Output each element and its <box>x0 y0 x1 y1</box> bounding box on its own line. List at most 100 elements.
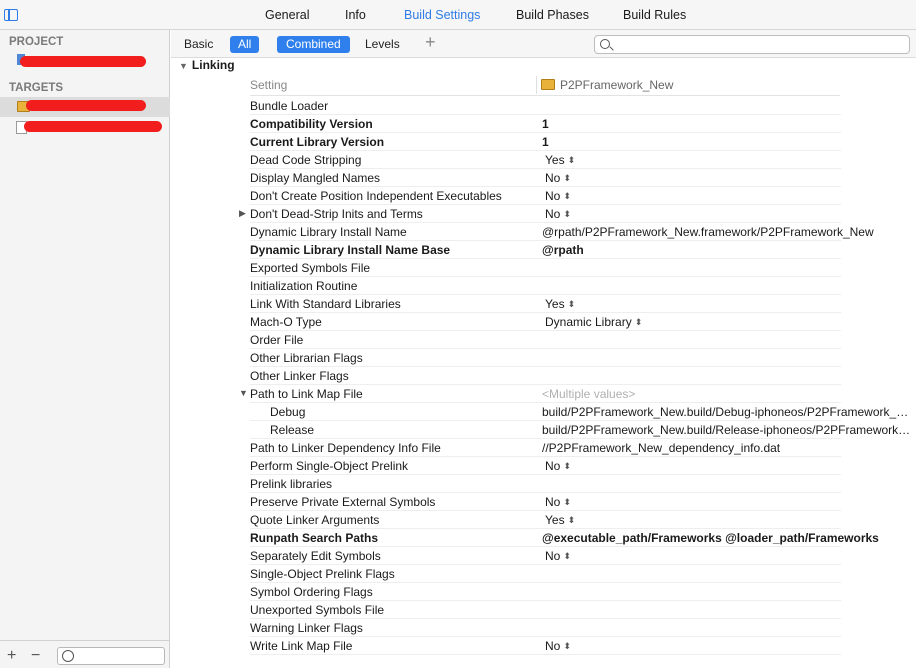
setting-row[interactable]: Write Link Map File No ⬍ <box>171 637 916 655</box>
setting-row[interactable]: Single-Object Prelink Flags <box>171 565 916 583</box>
setting-value-text: 1 <box>542 135 549 149</box>
targets-section-header: TARGETS <box>9 82 64 94</box>
levels-view-button[interactable]: Levels <box>365 37 400 51</box>
sidebar-bottom-bar: + − <box>0 640 170 668</box>
settings-search-input[interactable] <box>594 35 910 54</box>
setting-name: Release <box>270 423 315 437</box>
search-icon <box>600 39 610 49</box>
setting-row[interactable]: Preserve Private External Symbols No ⬍ <box>171 493 916 511</box>
basic-filter-button[interactable]: Basic <box>184 37 213 51</box>
tab-build-rules[interactable]: Build Rules <box>623 8 686 22</box>
setting-row[interactable]: Runpath Search Paths @executable_path/Fra… <box>171 529 916 547</box>
setting-row[interactable]: Perform Single-Object Prelink No ⬍ <box>171 457 916 475</box>
setting-value-popup[interactable]: No ⬍ <box>545 459 571 473</box>
filter-icon <box>62 650 74 662</box>
setting-value-popup[interactable]: Dynamic Library ⬍ <box>545 315 642 329</box>
setting-row[interactable]: Exported Symbols File <box>171 259 916 277</box>
add-setting-icon[interactable]: + <box>425 32 436 53</box>
setting-value[interactable]: 1 <box>542 135 549 149</box>
setting-value-text: //P2PFramework_New_dependency_info.dat <box>542 441 781 455</box>
setting-value-popup[interactable]: No ⬍ <box>545 495 571 509</box>
tab-build-phases[interactable]: Build Phases <box>516 8 589 22</box>
popup-arrows-icon: ⬍ <box>563 497 571 507</box>
setting-value-text: @rpath/P2PFramework_New.framework/P2PFra… <box>542 225 874 239</box>
setting-value[interactable]: @rpath <box>542 243 584 257</box>
all-filter-button[interactable]: All <box>230 36 260 53</box>
disclosure-open-icon[interactable]: ▼ <box>239 388 248 398</box>
setting-row[interactable]: Warning Linker Flags <box>171 619 916 637</box>
setting-row[interactable]: Compatibility Version 1 <box>171 115 916 133</box>
setting-value-text: @executable_path/Frameworks @loader_path… <box>542 531 879 545</box>
column-divider[interactable] <box>536 76 537 94</box>
settings-rows: Bundle Loader Compatibility Version 1 Curre… <box>171 97 916 655</box>
setting-row[interactable]: Other Librarian Flags <box>171 349 916 367</box>
tab-build-settings[interactable]: Build Settings <box>404 8 480 22</box>
setting-value-text: No <box>545 495 561 509</box>
tab-general[interactable]: General <box>265 8 309 22</box>
setting-row[interactable]: Debug build/P2PFramework_New.build/Debug-… <box>171 403 916 421</box>
setting-value[interactable]: build/P2PFramework_New.build/Release-iph… <box>542 423 914 437</box>
setting-row[interactable]: Display Mangled Names No ⬍ <box>171 169 916 187</box>
setting-name: Dead Code Stripping <box>250 153 362 167</box>
project-name-redacted[interactable] <box>20 56 146 67</box>
popup-arrows-icon: ⬍ <box>563 191 571 201</box>
linking-section-header[interactable]: ▼ Linking <box>179 58 235 72</box>
sidebar-filter-field[interactable] <box>57 647 165 665</box>
setting-row[interactable]: Current Library Version 1 <box>171 133 916 151</box>
remove-target-icon[interactable]: − <box>31 647 40 665</box>
setting-row[interactable]: Bundle Loader <box>171 97 916 115</box>
setting-row[interactable]: Link With Standard Libraries Yes ⬍ <box>171 295 916 313</box>
setting-row[interactable]: Symbol Ordering Flags <box>171 583 916 601</box>
setting-value[interactable]: @rpath/P2PFramework_New.framework/P2PFra… <box>542 225 874 239</box>
setting-value-popup[interactable]: Yes ⬍ <box>545 513 575 527</box>
setting-row[interactable]: Dead Code Stripping Yes ⬍ <box>171 151 916 169</box>
setting-value-popup[interactable]: Yes ⬍ <box>545 297 575 311</box>
setting-value[interactable]: <Multiple values> <box>542 387 635 401</box>
setting-value[interactable]: @executable_path/Frameworks @loader_path… <box>542 531 879 545</box>
setting-name: Path to Linker Dependency Info File <box>250 441 441 455</box>
setting-row[interactable]: Mach-O Type Dynamic Library ⬍ <box>171 313 916 331</box>
setting-row[interactable]: Quote Linker Arguments Yes ⬍ <box>171 511 916 529</box>
settings-filter-bar: Basic All Combined Levels + <box>171 30 916 58</box>
row-divider <box>250 654 841 655</box>
setting-row[interactable]: Release build/P2PFramework_New.build/Rele… <box>171 421 916 439</box>
setting-row[interactable]: Don't Create Position Independent Execut… <box>171 187 916 205</box>
add-target-icon[interactable]: + <box>7 647 16 665</box>
setting-value[interactable]: build/P2PFramework_New.build/Debug-iphon… <box>542 405 914 419</box>
target-item-framework[interactable] <box>0 97 170 117</box>
setting-value-text: build/P2PFramework_New.build/Release-iph… <box>542 423 914 437</box>
target-column-header: P2PFramework_New <box>541 78 673 92</box>
setting-value-popup[interactable]: No ⬍ <box>545 549 571 563</box>
disclosure-closed-icon[interactable]: ▶ <box>239 208 246 219</box>
combined-view-button[interactable]: Combined <box>277 36 350 53</box>
setting-value-popup[interactable]: No ⬍ <box>545 171 571 185</box>
setting-row[interactable]: Initialization Routine <box>171 277 916 295</box>
setting-name: Unexported Symbols File <box>250 603 385 617</box>
setting-value-popup[interactable]: No ⬍ <box>545 207 571 221</box>
setting-value[interactable]: //P2PFramework_New_dependency_info.dat <box>542 441 780 455</box>
setting-row[interactable]: Order File <box>171 331 916 349</box>
setting-row[interactable]: Prelink libraries <box>171 475 916 493</box>
setting-row[interactable]: Unexported Symbols File <box>171 601 916 619</box>
setting-name: Exported Symbols File <box>250 261 371 275</box>
sidebar-toggle-icon[interactable] <box>4 9 18 21</box>
setting-row[interactable]: ▶ Don't Dead-Strip Inits and Terms No ⬍ <box>171 205 916 223</box>
tab-info[interactable]: Info <box>345 8 366 22</box>
setting-value-text: No <box>545 549 561 563</box>
setting-value-popup[interactable]: No ⬍ <box>545 639 571 653</box>
setting-value-text: Yes <box>545 153 565 167</box>
target-item-tests[interactable] <box>0 118 170 138</box>
setting-row[interactable]: Dynamic Library Install Name Base @rpath <box>171 241 916 259</box>
setting-row[interactable]: Dynamic Library Install Name @rpath/P2PFr… <box>171 223 916 241</box>
setting-row[interactable]: ▼ Path to Link Map File <Multiple values> <box>171 385 916 403</box>
setting-row[interactable]: Separately Edit Symbols No ⬍ <box>171 547 916 565</box>
disclosure-open-icon[interactable]: ▼ <box>179 61 188 71</box>
setting-value[interactable]: 1 <box>542 117 549 131</box>
setting-row[interactable]: Path to Linker Dependency Info File //P2P… <box>171 439 916 457</box>
setting-row[interactable]: Other Linker Flags <box>171 367 916 385</box>
setting-value-popup[interactable]: No ⬍ <box>545 189 571 203</box>
column-header-row: Setting P2PFramework_New <box>250 76 840 96</box>
setting-name: Dynamic Library Install Name Base <box>250 243 451 257</box>
setting-value-popup[interactable]: Yes ⬍ <box>545 153 575 167</box>
framework-target-icon <box>541 79 555 90</box>
